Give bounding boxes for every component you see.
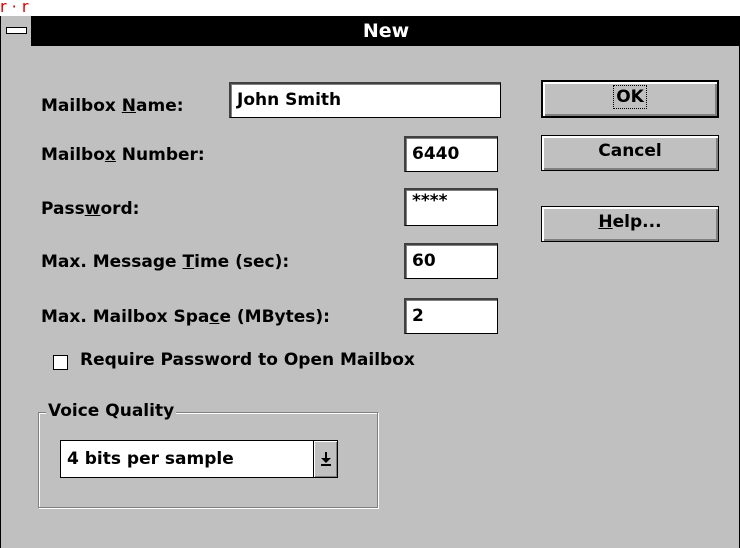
password-input[interactable]: ****	[404, 188, 498, 226]
password-label: Password:	[41, 199, 140, 219]
mailbox-name-label: Mailbox Name:	[41, 96, 184, 116]
max-mailbox-space-label: Max. Mailbox Space (MBytes):	[41, 307, 330, 327]
mailbox-number-label: Mailbox Number:	[41, 145, 205, 165]
mailbox-number-input[interactable]: 6440	[404, 136, 498, 172]
help-button[interactable]: Help...	[541, 206, 719, 242]
system-menu-button[interactable]	[1, 16, 33, 46]
max-message-time-label: Max. Message Time (sec):	[41, 252, 290, 272]
cancel-button[interactable]: Cancel	[541, 135, 719, 171]
max-mailbox-space-input[interactable]: 2	[404, 298, 498, 334]
title-bar: New	[1, 16, 739, 46]
max-message-time-input[interactable]: 60	[404, 243, 498, 279]
voice-quality-select[interactable]: 4 bits per sample	[60, 440, 338, 478]
voice-quality-label: Voice Quality	[46, 401, 177, 421]
top-banner: r · r	[0, 0, 29, 16]
system-menu-icon	[6, 27, 27, 34]
require-password-label[interactable]: Require Password to Open Mailbox	[80, 350, 415, 370]
dropdown-button[interactable]	[313, 441, 337, 477]
mailbox-name-input[interactable]: John Smith	[229, 82, 501, 118]
require-password-checkbox[interactable]	[53, 355, 68, 370]
voice-quality-selected: 4 bits per sample	[67, 449, 234, 469]
window-title: New	[362, 20, 410, 42]
new-mailbox-dialog: New Mailbox Name: John Smith Mailbox Num…	[0, 16, 740, 548]
ok-label: OK	[613, 85, 647, 109]
arrow-down-icon	[321, 452, 331, 466]
ok-button[interactable]: OK	[541, 80, 719, 118]
